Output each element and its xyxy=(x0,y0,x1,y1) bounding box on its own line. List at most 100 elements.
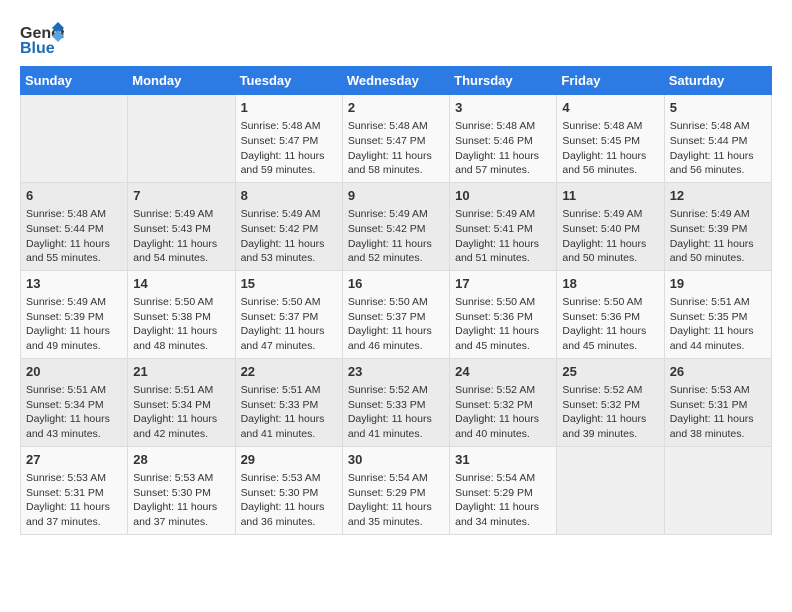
logo: General Blue xyxy=(20,20,64,56)
day-number: 13 xyxy=(26,275,122,293)
cell-content: Sunrise: 5:54 AMSunset: 5:29 PMDaylight:… xyxy=(348,471,444,530)
calendar-cell: 5 Sunrise: 5:48 AMSunset: 5:44 PMDaylight… xyxy=(664,95,771,183)
cell-content: Sunrise: 5:48 AMSunset: 5:47 PMDaylight:… xyxy=(348,119,444,178)
day-number: 10 xyxy=(455,187,551,205)
day-number: 11 xyxy=(562,187,658,205)
calendar-cell xyxy=(664,446,771,534)
cell-content: Sunrise: 5:48 AMSunset: 5:46 PMDaylight:… xyxy=(455,119,551,178)
calendar-cell: 10Sunrise: 5:49 AMSunset: 5:41 PMDayligh… xyxy=(450,182,557,270)
calendar-cell: 19 Sunrise: 5:51 AMSunset: 5:35 PMDayligh… xyxy=(664,270,771,358)
day-number: 3 xyxy=(455,99,551,117)
day-number: 31 xyxy=(455,451,551,469)
cell-content: Sunrise: 5:49 AMSunset: 5:39 PMDaylight:… xyxy=(26,295,122,354)
cell-content: Sunrise: 5:50 AMSunset: 5:37 PMDaylight:… xyxy=(241,295,337,354)
calendar-cell: 4 Sunrise: 5:48 AMSunset: 5:45 PMDaylight… xyxy=(557,95,664,183)
calendar-week-row: 1Sunrise: 5:48 AMSunset: 5:47 PMDaylight… xyxy=(21,95,772,183)
calendar-cell: 3 Sunrise: 5:48 AMSunset: 5:46 PMDaylight… xyxy=(450,95,557,183)
cell-content: Sunrise: 5:49 AMSunset: 5:39 PMDaylight:… xyxy=(670,207,766,266)
cell-content: Sunrise: 5:48 AMSunset: 5:45 PMDaylight:… xyxy=(562,119,658,178)
cell-content: Sunrise: 5:48 AMSunset: 5:47 PMDaylight:… xyxy=(241,119,337,178)
calendar-cell: 11 Sunrise: 5:49 AMSunset: 5:40 PMDayligh… xyxy=(557,182,664,270)
calendar-cell: 8 Sunrise: 5:49 AMSunset: 5:42 PMDaylight… xyxy=(235,182,342,270)
calendar-cell: 13 Sunrise: 5:49 AMSunset: 5:39 PMDayligh… xyxy=(21,270,128,358)
calendar-cell: 28 Sunrise: 5:53 AMSunset: 5:30 PMDayligh… xyxy=(128,446,235,534)
day-number: 5 xyxy=(670,99,766,117)
day-of-week-header: Sunday xyxy=(21,67,128,95)
cell-content: Sunrise: 5:50 AMSunset: 5:36 PMDaylight:… xyxy=(455,295,551,354)
day-number: 20 xyxy=(26,363,122,381)
calendar-cell: 22Sunrise: 5:51 AMSunset: 5:33 PMDayligh… xyxy=(235,358,342,446)
calendar-cell: 1Sunrise: 5:48 AMSunset: 5:47 PMDaylight… xyxy=(235,95,342,183)
cell-content: Sunrise: 5:49 AMSunset: 5:42 PMDaylight:… xyxy=(241,207,337,266)
calendar-cell: 2Sunrise: 5:48 AMSunset: 5:47 PMDaylight… xyxy=(342,95,449,183)
day-number: 8 xyxy=(241,187,337,205)
day-number: 9 xyxy=(348,187,444,205)
logo-icon: General Blue xyxy=(20,20,64,56)
calendar-cell: 6 Sunrise: 5:48 AMSunset: 5:44 PMDaylight… xyxy=(21,182,128,270)
svg-text:Blue: Blue xyxy=(20,40,55,56)
day-number: 21 xyxy=(133,363,229,381)
day-number: 4 xyxy=(562,99,658,117)
cell-content: Sunrise: 5:49 AMSunset: 5:43 PMDaylight:… xyxy=(133,207,229,266)
day-number: 17 xyxy=(455,275,551,293)
cell-content: Sunrise: 5:53 AMSunset: 5:31 PMDaylight:… xyxy=(670,383,766,442)
cell-content: Sunrise: 5:53 AMSunset: 5:31 PMDaylight:… xyxy=(26,471,122,530)
cell-content: Sunrise: 5:48 AMSunset: 5:44 PMDaylight:… xyxy=(670,119,766,178)
calendar-cell: 31 Sunrise: 5:54 AMSunset: 5:29 PMDayligh… xyxy=(450,446,557,534)
calendar-cell: 26 Sunrise: 5:53 AMSunset: 5:31 PMDayligh… xyxy=(664,358,771,446)
day-number: 28 xyxy=(133,451,229,469)
day-number: 18 xyxy=(562,275,658,293)
calendar-cell: 16 Sunrise: 5:50 AMSunset: 5:37 PMDayligh… xyxy=(342,270,449,358)
day-number: 19 xyxy=(670,275,766,293)
calendar-cell: 27 Sunrise: 5:53 AMSunset: 5:31 PMDayligh… xyxy=(21,446,128,534)
day-number: 6 xyxy=(26,187,122,205)
cell-content: Sunrise: 5:52 AMSunset: 5:32 PMDaylight:… xyxy=(562,383,658,442)
day-number: 16 xyxy=(348,275,444,293)
calendar-cell xyxy=(21,95,128,183)
calendar-cell: 21 Sunrise: 5:51 AMSunset: 5:34 PMDayligh… xyxy=(128,358,235,446)
calendar-week-row: 27 Sunrise: 5:53 AMSunset: 5:31 PMDayligh… xyxy=(21,446,772,534)
day-number: 26 xyxy=(670,363,766,381)
calendar-cell xyxy=(557,446,664,534)
calendar-cell: 17 Sunrise: 5:50 AMSunset: 5:36 PMDayligh… xyxy=(450,270,557,358)
day-number: 23 xyxy=(348,363,444,381)
cell-content: Sunrise: 5:50 AMSunset: 5:37 PMDaylight:… xyxy=(348,295,444,354)
day-of-week-header: Wednesday xyxy=(342,67,449,95)
calendar-cell: 14Sunrise: 5:50 AMSunset: 5:38 PMDayligh… xyxy=(128,270,235,358)
calendar-cell: 30 Sunrise: 5:54 AMSunset: 5:29 PMDayligh… xyxy=(342,446,449,534)
day-number: 14 xyxy=(133,275,229,293)
day-of-week-header: Monday xyxy=(128,67,235,95)
calendar-cell: 29Sunrise: 5:53 AMSunset: 5:30 PMDayligh… xyxy=(235,446,342,534)
cell-content: Sunrise: 5:49 AMSunset: 5:40 PMDaylight:… xyxy=(562,207,658,266)
calendar-week-row: 20 Sunrise: 5:51 AMSunset: 5:34 PMDayligh… xyxy=(21,358,772,446)
calendar-cell: 20 Sunrise: 5:51 AMSunset: 5:34 PMDayligh… xyxy=(21,358,128,446)
cell-content: Sunrise: 5:51 AMSunset: 5:35 PMDaylight:… xyxy=(670,295,766,354)
calendar-cell: 25 Sunrise: 5:52 AMSunset: 5:32 PMDayligh… xyxy=(557,358,664,446)
cell-content: Sunrise: 5:53 AMSunset: 5:30 PMDaylight:… xyxy=(133,471,229,530)
day-number: 27 xyxy=(26,451,122,469)
calendar-cell: 7Sunrise: 5:49 AMSunset: 5:43 PMDaylight… xyxy=(128,182,235,270)
calendar-cell: 18 Sunrise: 5:50 AMSunset: 5:36 PMDayligh… xyxy=(557,270,664,358)
day-of-week-header: Friday xyxy=(557,67,664,95)
day-number: 25 xyxy=(562,363,658,381)
cell-content: Sunrise: 5:52 AMSunset: 5:32 PMDaylight:… xyxy=(455,383,551,442)
cell-content: Sunrise: 5:50 AMSunset: 5:36 PMDaylight:… xyxy=(562,295,658,354)
cell-content: Sunrise: 5:52 AMSunset: 5:33 PMDaylight:… xyxy=(348,383,444,442)
cell-content: Sunrise: 5:51 AMSunset: 5:33 PMDaylight:… xyxy=(241,383,337,442)
day-of-week-header: Saturday xyxy=(664,67,771,95)
calendar-week-row: 6 Sunrise: 5:48 AMSunset: 5:44 PMDaylight… xyxy=(21,182,772,270)
calendar-cell: 23 Sunrise: 5:52 AMSunset: 5:33 PMDayligh… xyxy=(342,358,449,446)
cell-content: Sunrise: 5:51 AMSunset: 5:34 PMDaylight:… xyxy=(26,383,122,442)
day-of-week-header: Tuesday xyxy=(235,67,342,95)
calendar-header: SundayMondayTuesdayWednesdayThursdayFrid… xyxy=(21,67,772,95)
day-number: 30 xyxy=(348,451,444,469)
calendar-table: SundayMondayTuesdayWednesdayThursdayFrid… xyxy=(20,66,772,535)
cell-content: Sunrise: 5:48 AMSunset: 5:44 PMDaylight:… xyxy=(26,207,122,266)
calendar-cell xyxy=(128,95,235,183)
cell-content: Sunrise: 5:54 AMSunset: 5:29 PMDaylight:… xyxy=(455,471,551,530)
cell-content: Sunrise: 5:49 AMSunset: 5:42 PMDaylight:… xyxy=(348,207,444,266)
day-number: 24 xyxy=(455,363,551,381)
cell-content: Sunrise: 5:51 AMSunset: 5:34 PMDaylight:… xyxy=(133,383,229,442)
calendar-body: 1Sunrise: 5:48 AMSunset: 5:47 PMDaylight… xyxy=(21,95,772,535)
calendar-cell: 12Sunrise: 5:49 AMSunset: 5:39 PMDayligh… xyxy=(664,182,771,270)
